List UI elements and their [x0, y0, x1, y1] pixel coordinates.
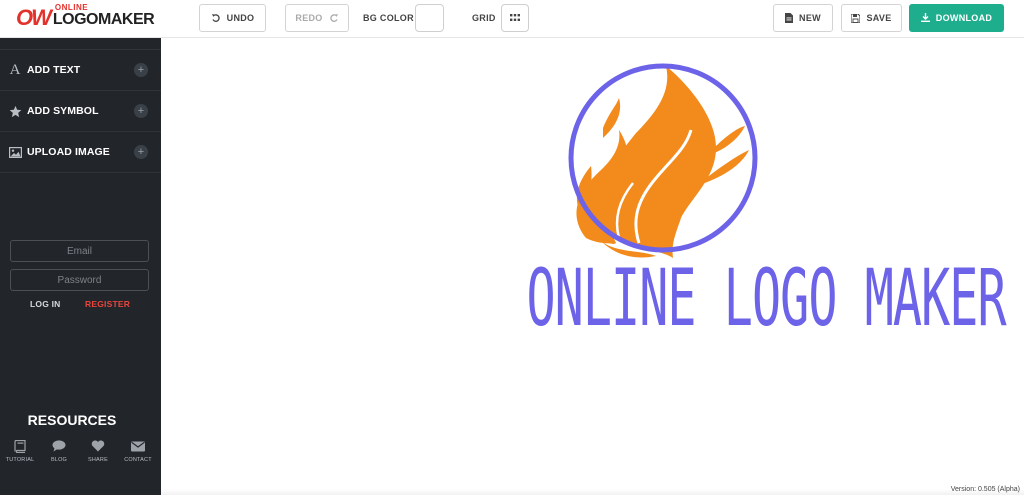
save-button[interactable]: SAVE [841, 4, 902, 32]
grid-icon [510, 9, 520, 27]
envelope-icon [131, 438, 145, 454]
app-logo[interactable]: OW ONLINE LOGOMAKER [16, 3, 163, 29]
plus-icon[interactable]: + [134, 104, 148, 118]
resource-label: CONTACT [124, 457, 152, 463]
redo-icon [329, 13, 339, 23]
resource-label: BLOG [50, 457, 68, 463]
sidebar-item-upload-image[interactable]: UPLOAD IMAGE + [0, 132, 161, 173]
image-icon [8, 145, 22, 159]
sidebar-item-label: ADD SYMBOL [27, 105, 99, 117]
sidebar-top-divider [0, 38, 161, 50]
top-toolbar: OW ONLINE LOGOMAKER UNDO REDO BG COLOR G… [0, 0, 1024, 38]
sidebar: A ADD TEXT + ADD SYMBOL + UPLOAD IMAGE +… [0, 38, 161, 495]
save-label: SAVE [866, 13, 892, 23]
resource-blog[interactable]: BLOG [41, 438, 77, 463]
logo-big-text: LOGOMAKER [52, 11, 155, 28]
star-icon [8, 104, 22, 118]
logo-mark: OW [16, 5, 52, 30]
chat-bubble-icon [52, 438, 66, 454]
text-icon: A [9, 62, 21, 78]
login-link[interactable]: LOG IN [30, 299, 60, 309]
new-button[interactable]: NEW [773, 4, 833, 32]
version-label: Version: 0.505 (Alpha) [950, 486, 1020, 493]
undo-label: UNDO [226, 13, 255, 23]
plus-icon[interactable]: + [134, 63, 148, 77]
book-icon [14, 438, 26, 454]
resource-contact[interactable]: CONTACT [120, 438, 156, 463]
resource-tutorial[interactable]: TUTORIAL [2, 438, 38, 463]
resource-label: SHARE [88, 457, 108, 463]
download-label: DOWNLOAD [935, 13, 993, 23]
sidebar-item-add-text[interactable]: A ADD TEXT + [0, 50, 161, 91]
app-window: OW ONLINE LOGOMAKER UNDO REDO BG COLOR G… [0, 0, 1024, 495]
flame-left-tip [603, 98, 621, 138]
resource-label: TUTORIAL [5, 457, 35, 463]
new-label: NEW [799, 13, 821, 23]
canvas-bottom-edge [161, 489, 1024, 495]
download-icon [920, 12, 930, 24]
email-field[interactable] [10, 240, 149, 262]
password-field[interactable] [10, 269, 149, 291]
undo-button[interactable]: UNDO [199, 4, 266, 32]
grid-toggle-button[interactable] [501, 4, 529, 32]
sidebar-item-label: ADD TEXT [27, 64, 81, 76]
redo-button[interactable]: REDO [285, 4, 349, 32]
plus-icon[interactable]: + [134, 145, 148, 159]
sidebar-item-add-symbol[interactable]: ADD SYMBOL + [0, 91, 161, 132]
save-icon [851, 13, 861, 23]
grid-label: GRID [472, 13, 496, 23]
sidebar-item-label: UPLOAD IMAGE [27, 146, 110, 158]
heart-icon [91, 438, 105, 454]
bg-color-swatch[interactable] [415, 4, 444, 32]
logo-wordmark: ONLINE LOGOMAKER [53, 3, 163, 29]
register-link[interactable]: REGISTER [85, 299, 130, 309]
resource-share[interactable]: SHARE [80, 438, 116, 463]
bg-color-label: BG COLOR [363, 13, 414, 23]
logo-text[interactable]: ONLINE LOGO MAKER [527, 260, 1007, 338]
resources-title: RESOURCES [27, 412, 117, 428]
undo-icon [211, 13, 221, 23]
design-canvas[interactable]: ONLINE LOGO MAKER Version: 0.505 (Alpha) [161, 38, 1024, 495]
download-button[interactable]: DOWNLOAD [909, 4, 1004, 32]
redo-label: REDO [295, 13, 323, 23]
new-file-icon [785, 13, 794, 23]
